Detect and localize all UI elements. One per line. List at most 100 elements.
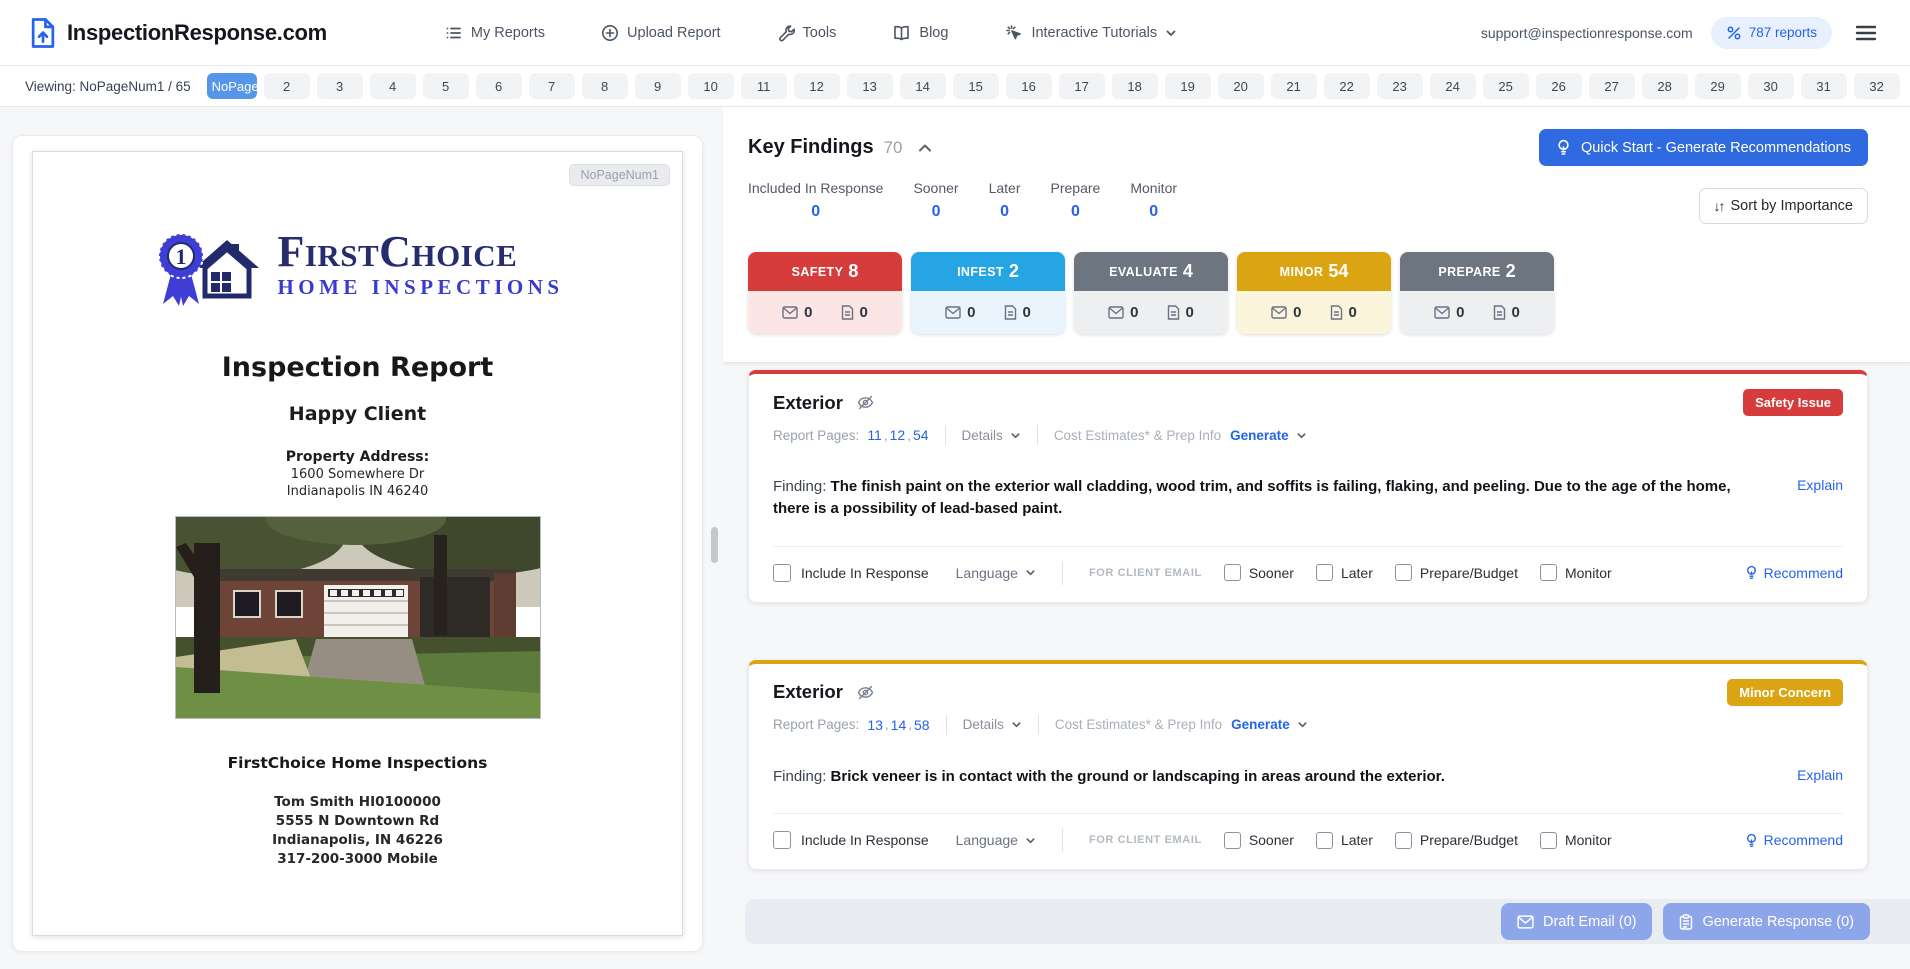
envelope-icon <box>782 306 798 319</box>
language-dropdown[interactable]: Language <box>956 832 1036 848</box>
explain-link[interactable]: Explain <box>1797 477 1843 520</box>
category-card-evaluate[interactable]: EVALUATE 4 0 0 <box>1074 252 1228 334</box>
page-number-button[interactable]: 2 <box>264 73 310 99</box>
draft-email-label: Draft Email (0) <box>1543 914 1636 930</box>
category-card-minor[interactable]: MINOR 54 0 0 <box>1237 252 1391 334</box>
page-number-button[interactable]: 24 <box>1430 73 1476 99</box>
app-logo[interactable]: InspectionResponse.com <box>28 17 327 49</box>
generate-response-button[interactable]: Generate Response (0) <box>1663 903 1870 940</box>
page-number-button[interactable]: 18 <box>1112 73 1158 99</box>
category-count: 4 <box>1183 261 1193 282</box>
generate-cost-link[interactable]: Generate <box>1230 428 1289 443</box>
category-card-infest[interactable]: INFEST 2 0 0 <box>911 252 1065 334</box>
recommend-link[interactable]: Recommend <box>1745 832 1843 848</box>
include-in-response-checkbox[interactable] <box>773 564 791 582</box>
monitor-checkbox[interactable] <box>1540 832 1557 849</box>
page-number-button[interactable]: 29 <box>1695 73 1741 99</box>
page-number-button[interactable]: 32 <box>1854 73 1900 99</box>
report-page-link[interactable]: 58 <box>914 717 930 733</box>
nav-tools[interactable]: Tools <box>777 24 837 42</box>
category-card-safety[interactable]: SAFETY 8 0 0 <box>748 252 902 334</box>
envelope-icon <box>1517 915 1534 929</box>
stat-value: 0 <box>989 203 1021 221</box>
prepare-budget-checkbox[interactable] <box>1395 832 1412 849</box>
report-page-link[interactable]: 13 <box>867 717 883 733</box>
hide-finding-button[interactable] <box>855 683 876 702</box>
page-number-button[interactable]: 12 <box>794 73 840 99</box>
lightbulb-icon <box>1745 565 1758 580</box>
preview-scrollbar[interactable] <box>711 527 718 563</box>
chevron-down-icon[interactable] <box>1296 430 1307 441</box>
comma-separator: , <box>884 428 888 443</box>
recommend-link[interactable]: Recommend <box>1745 565 1843 581</box>
prepare-budget-checkbox[interactable] <box>1395 564 1412 581</box>
page-number-button[interactable]: 19 <box>1165 73 1211 99</box>
chevron-down-icon[interactable] <box>1297 719 1308 730</box>
page-number-button[interactable]: 28 <box>1642 73 1688 99</box>
envelope-icon <box>1434 306 1450 319</box>
nav-interactive-tutorials[interactable]: Interactive Tutorials <box>1004 23 1177 42</box>
key-findings-header: Key Findings 70 Quick Start - Generate R… <box>723 107 1910 363</box>
page-number-button[interactable]: 23 <box>1377 73 1423 99</box>
generate-cost-link[interactable]: Generate <box>1231 717 1290 732</box>
later-checkbox[interactable] <box>1316 832 1333 849</box>
page-number-button[interactable]: 20 <box>1218 73 1264 99</box>
page-number-list: NoPageNum1 23456789101112131415161718192… <box>207 66 1910 106</box>
page-number-button[interactable]: 31 <box>1801 73 1847 99</box>
page-number-button[interactable]: 14 <box>900 73 946 99</box>
page-number-button[interactable]: 6 <box>476 73 522 99</box>
page-number-button-selected[interactable]: NoPageNum1 <box>207 73 257 99</box>
page-number-button[interactable]: 17 <box>1059 73 1105 99</box>
nav-blog[interactable]: Blog <box>892 24 948 42</box>
viewing-label: Viewing: NoPageNum1 / 65 <box>25 79 191 94</box>
category-count: 2 <box>1506 261 1516 282</box>
stat-item: Later 0 <box>989 180 1021 221</box>
details-dropdown[interactable]: Details <box>963 717 1022 732</box>
later-checkbox[interactable] <box>1316 564 1333 581</box>
language-dropdown[interactable]: Language <box>956 565 1036 581</box>
page-number-button[interactable]: 25 <box>1483 73 1529 99</box>
explain-link[interactable]: Explain <box>1797 767 1843 788</box>
page-number-button[interactable]: 22 <box>1324 73 1370 99</box>
quick-start-button[interactable]: Quick Start - Generate Recommendations <box>1539 129 1868 166</box>
nav-upload-report[interactable]: Upload Report <box>601 24 721 42</box>
details-dropdown[interactable]: Details <box>962 428 1021 443</box>
stat-value: 0 <box>1130 203 1177 221</box>
sooner-checkbox[interactable] <box>1224 832 1241 849</box>
report-page-link[interactable]: 12 <box>890 427 906 443</box>
report-page-link[interactable]: 14 <box>891 717 907 733</box>
page-number-button[interactable]: 13 <box>847 73 893 99</box>
nav-my-reports[interactable]: My Reports <box>445 24 545 42</box>
page-number-button[interactable]: 15 <box>953 73 999 99</box>
sort-by-importance-button[interactable]: ↓↑ Sort by Importance <box>1699 188 1869 224</box>
report-page-link[interactable]: 54 <box>913 427 929 443</box>
reports-count-button[interactable]: 787 reports <box>1711 17 1832 49</box>
page-number-button[interactable]: 21 <box>1271 73 1317 99</box>
language-label: Language <box>956 565 1018 581</box>
page-number-button[interactable]: 27 <box>1589 73 1635 99</box>
category-card-prepare[interactable]: PREPARE 2 0 0 <box>1400 252 1554 334</box>
page-number-button[interactable]: 7 <box>529 73 575 99</box>
page-number-button[interactable]: 26 <box>1536 73 1582 99</box>
page-number-button[interactable]: 3 <box>317 73 363 99</box>
chevron-down-icon <box>1010 430 1021 441</box>
page-number-button[interactable]: 16 <box>1006 73 1052 99</box>
monitor-checkbox[interactable] <box>1540 564 1557 581</box>
eye-slash-icon <box>857 685 874 700</box>
page-number-button[interactable]: 11 <box>741 73 787 99</box>
page-number-button[interactable]: 8 <box>582 73 628 99</box>
stat-label: Prepare <box>1051 180 1101 196</box>
hide-finding-button[interactable] <box>855 393 876 412</box>
menu-button[interactable] <box>1850 19 1882 47</box>
page-number-button[interactable]: 5 <box>423 73 469 99</box>
hamburger-icon <box>1854 23 1878 43</box>
page-number-button[interactable]: 10 <box>688 73 734 99</box>
page-number-button[interactable]: 9 <box>635 73 681 99</box>
page-number-button[interactable]: 30 <box>1748 73 1794 99</box>
draft-email-button[interactable]: Draft Email (0) <box>1501 903 1652 940</box>
report-page-link[interactable]: 11 <box>867 427 882 443</box>
page-number-button[interactable]: 4 <box>370 73 416 99</box>
collapse-findings-button[interactable] <box>915 140 935 156</box>
include-in-response-checkbox[interactable] <box>773 831 791 849</box>
sooner-checkbox[interactable] <box>1224 564 1241 581</box>
